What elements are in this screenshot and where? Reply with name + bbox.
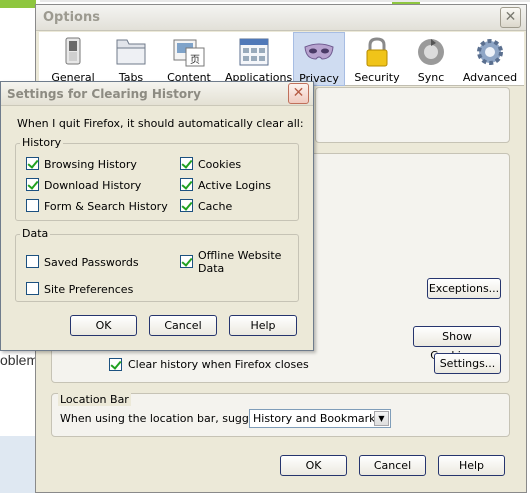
dialog-ok-button[interactable]: OK — [70, 315, 137, 336]
switch-icon — [65, 37, 81, 65]
applications-icon — [239, 38, 269, 66]
cookies-label: Cookies — [198, 158, 242, 171]
tab-security[interactable]: Security — [351, 32, 403, 86]
download-history-label: Download History — [44, 179, 142, 192]
background-accent — [0, 0, 36, 8]
tab-advanced-label: Advanced — [462, 71, 518, 84]
background-partial-text: oblem — [0, 352, 39, 368]
dialog-help-button[interactable]: Help — [229, 315, 297, 336]
svg-text:页: 页 — [190, 54, 200, 66]
browsing-history-checkbox[interactable] — [26, 157, 39, 170]
saved-passwords-checkbox[interactable] — [26, 255, 39, 268]
tab-security-label: Security — [354, 71, 400, 84]
download-history-checkbox[interactable] — [26, 178, 39, 191]
options-titlebar: Options ✕ — [36, 5, 526, 31]
options-ok-button[interactable]: OK — [280, 455, 347, 476]
dialog-titlebar: Settings for Clearing History ✕ — [1, 82, 313, 106]
browsing-history-label: Browsing History — [44, 158, 137, 171]
dialog-intro: When I quit Firefox, it should automatic… — [17, 117, 304, 130]
saved-passwords-label: Saved Passwords — [44, 256, 139, 269]
show-cookies-button[interactable]: Show Cookies... — [413, 326, 501, 362]
clear-history-dialog: Settings for Clearing History ✕ When I q… — [0, 81, 314, 351]
offline-data-checkbox[interactable] — [180, 255, 193, 268]
settings-button[interactable]: Settings... — [434, 353, 501, 374]
location-suggest-value: History and Bookmarks — [253, 412, 382, 425]
content-icon: 页 — [173, 39, 205, 67]
active-logins-label: Active Logins — [198, 179, 271, 192]
location-suggest-label: When using the location bar, suggest: — [60, 412, 270, 425]
history-legend: History — [20, 136, 64, 149]
form-search-history-label: Form & Search History — [44, 200, 168, 213]
tab-sync-label: Sync — [417, 71, 445, 84]
tab-advanced[interactable]: Advanced — [461, 32, 519, 86]
options-toolbar: General Tabs 页 Content Applications Priv… — [39, 32, 524, 86]
cache-label: Cache — [198, 200, 233, 213]
site-preferences-checkbox[interactable] — [26, 282, 39, 295]
tab-sync[interactable]: Sync — [405, 32, 457, 86]
location-bar-title: Location Bar — [58, 393, 131, 406]
cache-checkbox[interactable] — [180, 199, 193, 212]
options-cancel-button[interactable]: Cancel — [359, 455, 426, 476]
site-preferences-label: Site Preferences — [44, 283, 134, 296]
tab-general[interactable]: General — [47, 32, 99, 86]
form-search-history-checkbox[interactable] — [26, 199, 39, 212]
gear-icon — [477, 39, 503, 65]
data-legend: Data — [20, 227, 51, 240]
mask-icon — [304, 43, 334, 60]
background-panel — [0, 436, 40, 493]
options-help-button[interactable]: Help — [438, 455, 505, 476]
options-close-button[interactable]: ✕ — [500, 7, 521, 28]
lock-icon — [366, 37, 388, 67]
clear-on-close-label: Clear history when Firefox closes — [128, 358, 309, 371]
dialog-cancel-button[interactable]: Cancel — [149, 315, 217, 336]
data-fieldset: Data Saved Passwords Site Preferences Of… — [15, 227, 299, 302]
tab-privacy[interactable]: Privacy — [293, 32, 345, 86]
tab-content[interactable]: 页 Content — [163, 32, 215, 86]
offline-data-label: Offline Website Data — [198, 249, 282, 275]
exceptions-button[interactable]: Exceptions... — [427, 278, 501, 299]
options-title: Options — [43, 10, 100, 25]
tab-tabs[interactable]: Tabs — [105, 32, 157, 86]
dialog-title: Settings for Clearing History — [7, 87, 201, 101]
background-divider — [40, 0, 530, 2]
history-fieldset: History Browsing History Download Histor… — [15, 136, 299, 221]
sync-icon — [418, 39, 444, 65]
clear-on-close-checkbox[interactable] — [109, 358, 122, 371]
location-suggest-select[interactable]: History and Bookmarks ▼ — [249, 409, 391, 428]
tab-applications[interactable]: Applications — [225, 32, 292, 86]
chevron-down-icon[interactable]: ▼ — [374, 411, 389, 426]
folder-tabs-icon — [116, 39, 146, 65]
cookies-checkbox[interactable] — [180, 157, 193, 170]
history-summary-group — [315, 87, 510, 143]
dialog-close-button[interactable]: ✕ — [288, 83, 309, 104]
active-logins-checkbox[interactable] — [180, 178, 193, 191]
